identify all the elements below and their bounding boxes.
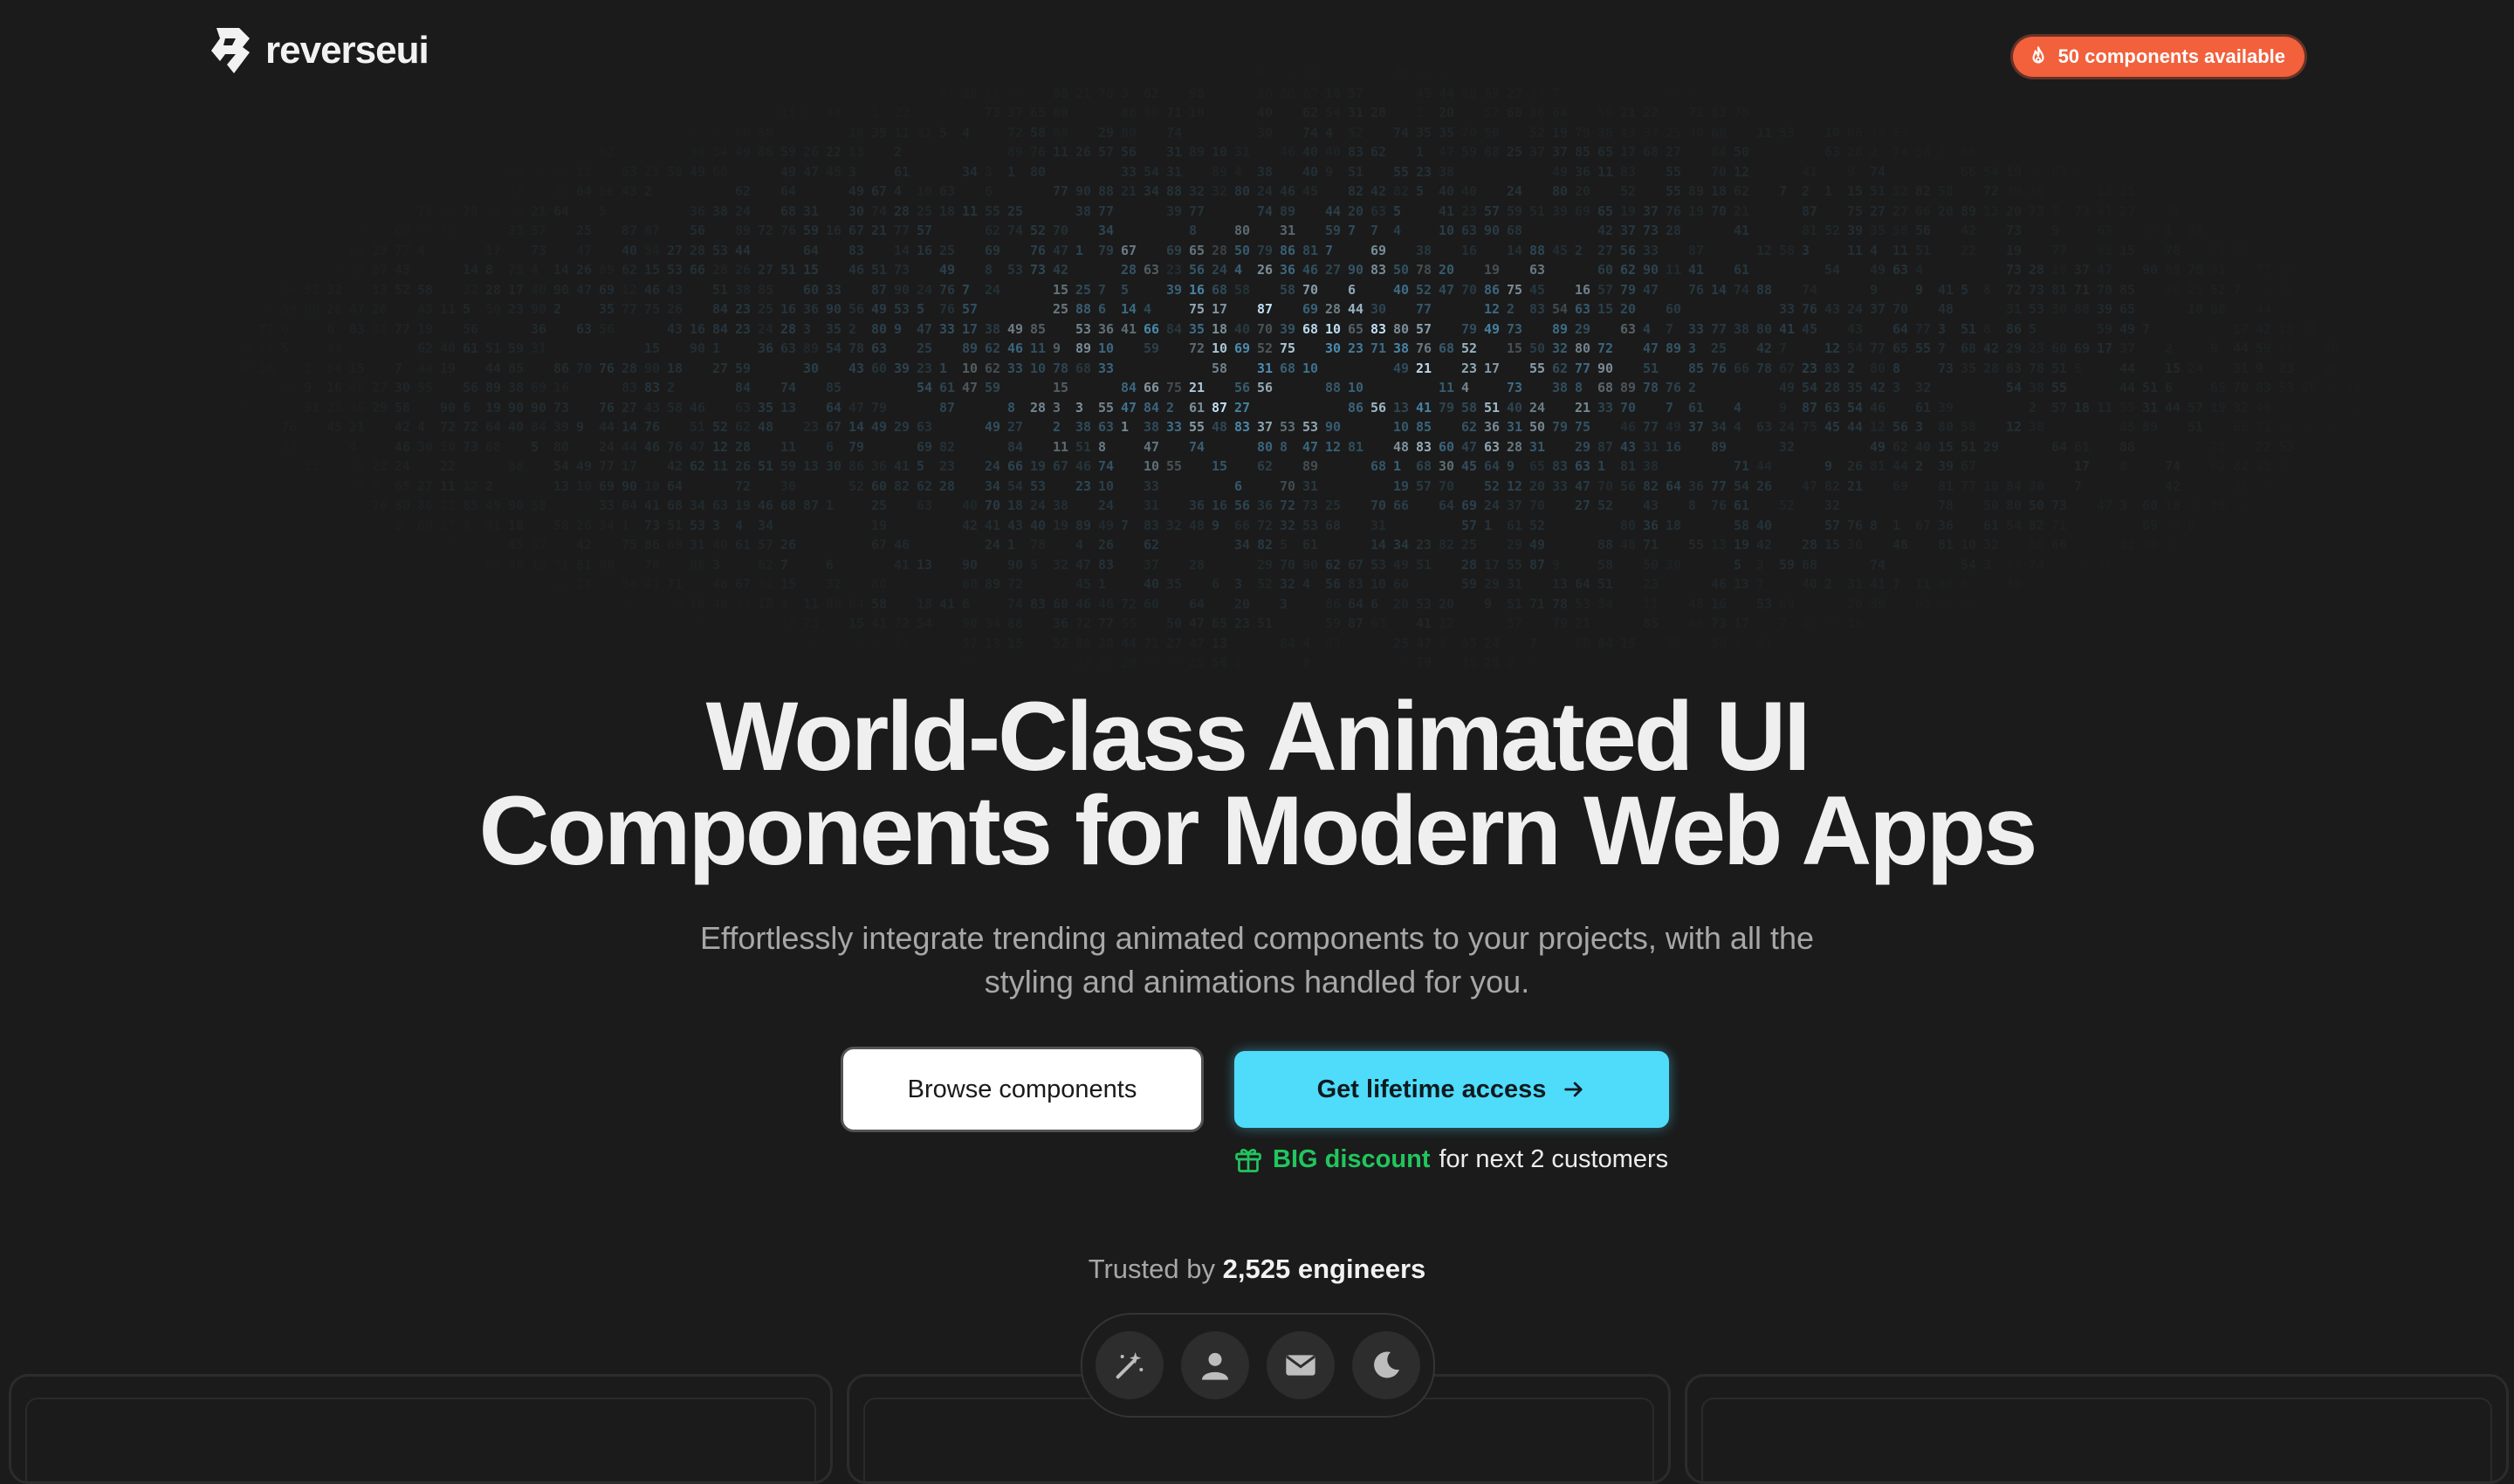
gift-icon bbox=[1235, 1148, 1261, 1172]
get-lifetime-access-button[interactable]: Get lifetime access bbox=[1234, 1051, 1669, 1128]
brand-logo[interactable]: reverseui bbox=[208, 26, 429, 75]
dock-button-magic[interactable] bbox=[1096, 1331, 1164, 1399]
subtitle-line-1: Effortlessly integrate trending animated… bbox=[699, 920, 1814, 956]
discount-highlight: BIG discount bbox=[1273, 1144, 1431, 1173]
dock-button-theme[interactable] bbox=[1352, 1331, 1420, 1399]
icon-dock bbox=[1081, 1313, 1435, 1418]
discount-text: for next 2 customers bbox=[1439, 1144, 1669, 1173]
trusted-prefix: Trusted by bbox=[1088, 1254, 1216, 1284]
user-icon bbox=[1202, 1352, 1228, 1380]
browse-components-button[interactable]: Browse components bbox=[843, 1049, 1201, 1130]
arrow-right-icon bbox=[1564, 1082, 1583, 1097]
mail-icon bbox=[1286, 1355, 1315, 1376]
moon-icon bbox=[1374, 1351, 1399, 1378]
components-available-badge[interactable]: 50 components available bbox=[2012, 37, 2304, 77]
fire-icon bbox=[2032, 46, 2044, 64]
subtitle-line-2: styling and animations handled for you. bbox=[984, 964, 1530, 1000]
badge-label: 50 components available bbox=[2057, 45, 2285, 67]
trusted-by-text: Trusted by 2,525 engineers bbox=[0, 1254, 2514, 1285]
reverseui-logo-icon bbox=[211, 28, 250, 73]
dock-button-mail[interactable] bbox=[1267, 1331, 1335, 1399]
card-inner bbox=[25, 1398, 816, 1481]
card-inner bbox=[1701, 1398, 2492, 1481]
brand-name: reverseui bbox=[265, 29, 429, 72]
headline-line-1: World-Class Animated UI bbox=[705, 682, 1811, 791]
magic-wand-icon bbox=[1116, 1352, 1144, 1379]
hero-section: World-Class Animated UI Components for M… bbox=[0, 682, 2514, 1004]
headline-line-2: Components for Modern Web Apps bbox=[478, 776, 2038, 885]
hero-subtitle: Effortlessly integrate trending animated… bbox=[690, 917, 1824, 1004]
discount-note: BIG discount for next 2 customers bbox=[1233, 1144, 1668, 1175]
animated-number-background: 196874638462823027 638334733567846643010… bbox=[349, 86, 2271, 651]
component-preview-card[interactable] bbox=[9, 1374, 833, 1484]
hero-headline: World-Class Animated UI Components for M… bbox=[0, 682, 2514, 885]
dock-button-user[interactable] bbox=[1181, 1331, 1249, 1399]
trusted-count: 2,525 engineers bbox=[1222, 1254, 1426, 1284]
component-preview-card[interactable] bbox=[1685, 1374, 2509, 1484]
access-label: Get lifetime access bbox=[1316, 1075, 1547, 1103]
